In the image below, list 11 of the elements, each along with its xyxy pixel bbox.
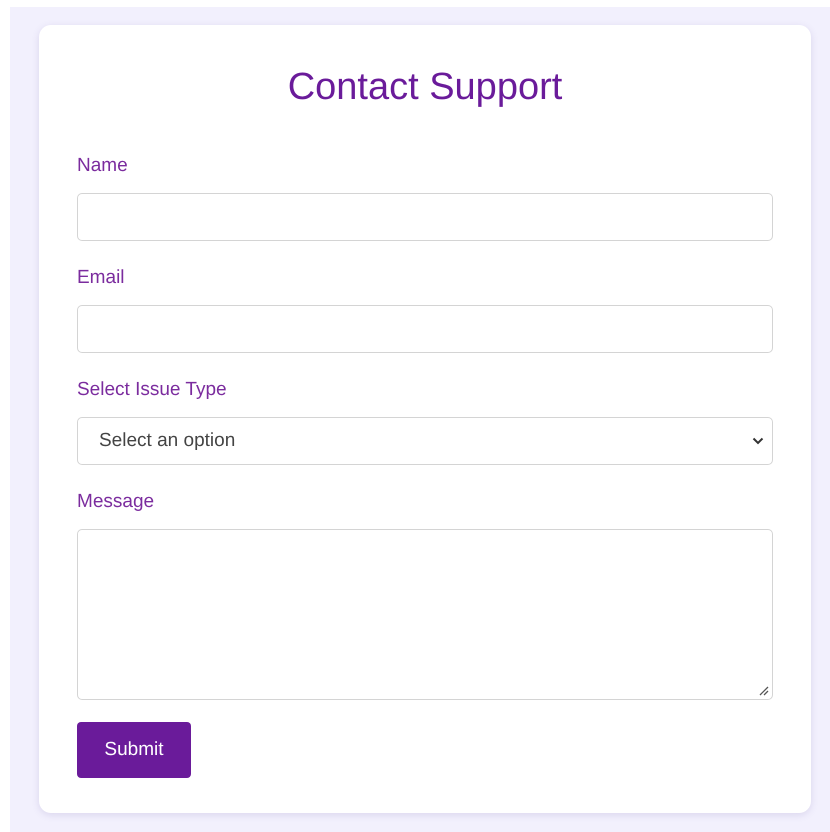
input-field[interactable] xyxy=(77,193,773,241)
form-title: Contact Support xyxy=(286,65,564,109)
field-label: Select Issue Type xyxy=(77,380,228,400)
field-label: Email xyxy=(77,268,126,288)
field-label: Message xyxy=(77,492,156,512)
dropdown[interactable]: Select an option xyxy=(77,417,773,465)
field-label: Name xyxy=(77,156,129,176)
resize-grip-icon[interactable] xyxy=(759,686,769,696)
input-field[interactable] xyxy=(77,305,773,353)
chevron-down-icon xyxy=(752,437,764,445)
submit-button[interactable]: Submit xyxy=(77,722,191,778)
